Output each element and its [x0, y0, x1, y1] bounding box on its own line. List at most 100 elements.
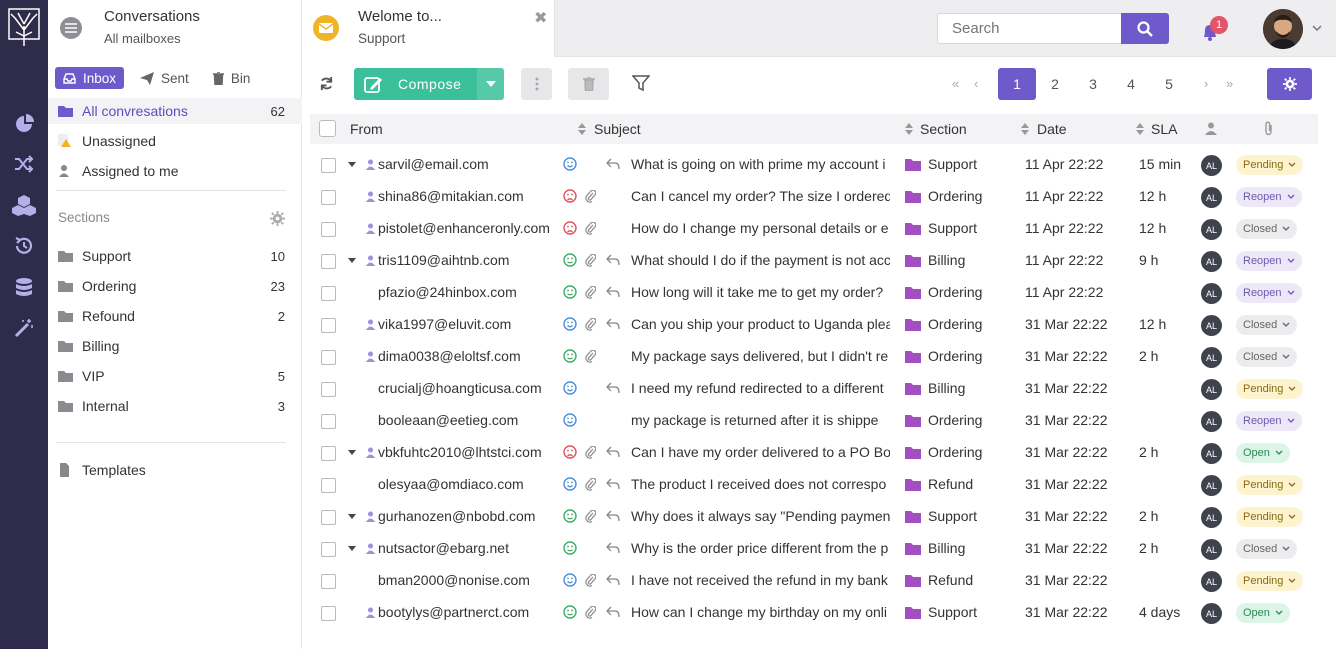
nav-all-conversations[interactable]: All convresations 62 — [48, 98, 302, 124]
table-row[interactable]: sarvil@email.com What is going on with pr… — [302, 149, 1336, 181]
sidebar-section-vip[interactable]: VIP 5 — [48, 363, 302, 389]
row-subject[interactable]: What is going on with prime my account i — [631, 156, 890, 172]
page-2[interactable]: 2 — [1036, 68, 1074, 100]
assignee-avatar[interactable]: AL — [1201, 507, 1222, 528]
expand-thread-caret-icon[interactable] — [348, 546, 356, 551]
refresh-icon[interactable] — [319, 76, 334, 91]
assignee-avatar[interactable]: AL — [1201, 283, 1222, 304]
row-subject[interactable]: I need my refund redirected to a differe… — [631, 380, 890, 396]
row-from[interactable]: bootylys@partnerct.com — [378, 604, 529, 620]
row-from[interactable]: booleaan@eetieg.com — [378, 412, 518, 428]
table-row[interactable]: olesyaa@omdiaco.com The product I receive… — [302, 469, 1336, 501]
assignee-avatar[interactable]: AL — [1201, 155, 1222, 176]
table-row[interactable]: nutsactor@ebarg.net Why is the order pric… — [302, 533, 1336, 565]
sidebar-section-billing[interactable]: Billing — [48, 333, 302, 359]
row-checkbox[interactable] — [321, 254, 336, 269]
table-row[interactable]: tris1109@aihtnb.com What should I do if t… — [302, 245, 1336, 277]
row-subject[interactable]: Why is the order price different from th… — [631, 540, 890, 556]
sort-icon[interactable] — [578, 122, 586, 136]
row-checkbox[interactable] — [321, 446, 336, 461]
assignee-avatar[interactable]: AL — [1201, 219, 1222, 240]
sidebar-section-support[interactable]: Support 10 — [48, 243, 302, 269]
assignee-avatar[interactable]: AL — [1201, 379, 1222, 400]
row-from[interactable]: nutsactor@ebarg.net — [378, 540, 509, 556]
expand-thread-caret-icon[interactable] — [348, 258, 356, 263]
page-4[interactable]: 4 — [1112, 68, 1150, 100]
status-badge[interactable]: Pending — [1236, 155, 1304, 175]
page-3[interactable]: 3 — [1074, 68, 1112, 100]
database-icon[interactable] — [12, 276, 36, 300]
row-checkbox[interactable] — [321, 606, 336, 621]
sort-icon[interactable] — [1136, 122, 1144, 136]
row-subject[interactable]: I have not received the refund in my ban… — [631, 572, 890, 588]
row-checkbox[interactable] — [321, 318, 336, 333]
sidebar-section-ordering[interactable]: Ordering 23 — [48, 273, 302, 299]
status-badge[interactable]: Pending — [1236, 475, 1304, 495]
row-from[interactable]: vbkfuhtc2010@lhtstci.com — [378, 444, 542, 460]
assignee-avatar[interactable]: AL — [1201, 187, 1222, 208]
status-badge[interactable]: Closed — [1236, 315, 1298, 335]
expand-thread-caret-icon[interactable] — [348, 162, 356, 167]
row-from[interactable]: pfazio@24hinbox.com — [378, 284, 517, 300]
row-checkbox[interactable] — [321, 382, 336, 397]
row-subject[interactable]: How can I change my birthday on my onli — [631, 604, 890, 620]
compose-button[interactable]: Compose — [354, 68, 477, 100]
status-badge[interactable]: Reopen — [1236, 411, 1302, 431]
table-row[interactable]: shina86@mitakian.com Can I cancel my orde… — [302, 181, 1336, 213]
assignee-avatar[interactable]: AL — [1201, 475, 1222, 496]
assignee-avatar[interactable]: AL — [1201, 443, 1222, 464]
status-badge[interactable]: Reopen — [1236, 187, 1302, 207]
row-checkbox[interactable] — [321, 190, 336, 205]
row-subject[interactable]: Can I cancel my order? The size I ordere… — [631, 188, 890, 204]
col-subject[interactable]: Subject — [594, 121, 641, 137]
page-1[interactable]: 1 — [998, 68, 1036, 100]
tab-inbox[interactable]: Inbox — [55, 67, 125, 89]
sidebar-section-internal[interactable]: Internal 3 — [48, 393, 302, 419]
row-subject[interactable]: How long will it take me to get my order… — [631, 284, 890, 300]
col-from[interactable]: From — [350, 121, 383, 137]
status-badge[interactable]: Pending — [1236, 507, 1304, 527]
sections-settings-gear-icon[interactable] — [270, 211, 285, 226]
nav-unassigned[interactable]: Unassigned — [48, 128, 302, 154]
row-from[interactable]: tris1109@aihtnb.com — [378, 252, 509, 268]
assignee-avatar[interactable]: AL — [1201, 251, 1222, 272]
status-badge[interactable]: Pending — [1236, 379, 1304, 399]
row-subject[interactable]: Can you ship your product to Uganda plea — [631, 316, 890, 332]
shuffle-icon[interactable] — [12, 152, 36, 176]
row-subject[interactable]: My package says delivered, but I didn't … — [631, 348, 890, 364]
expand-thread-caret-icon[interactable] — [348, 514, 356, 519]
status-badge[interactable]: Open — [1236, 443, 1290, 463]
row-subject[interactable]: How do I change my personal details or e — [631, 220, 890, 236]
history-icon[interactable] — [12, 234, 36, 258]
table-row[interactable]: bootylys@partnerct.com How can I change m… — [302, 597, 1336, 629]
row-checkbox[interactable] — [321, 542, 336, 557]
select-all-checkbox[interactable] — [319, 120, 336, 137]
row-checkbox[interactable] — [321, 414, 336, 429]
row-subject[interactable]: Why does it always say "Pending paymen — [631, 508, 890, 524]
prev-page-icon[interactable]: ‹ — [974, 76, 978, 91]
status-badge[interactable]: Reopen — [1236, 251, 1302, 271]
search-button[interactable] — [1121, 13, 1169, 44]
sort-icon[interactable] — [1021, 122, 1029, 136]
sidebar-section-refound[interactable]: Refound 2 — [48, 303, 302, 329]
status-badge[interactable]: Closed — [1236, 347, 1298, 367]
assignee-avatar[interactable]: AL — [1201, 571, 1222, 592]
assignee-avatar[interactable]: AL — [1201, 315, 1222, 336]
first-page-icon[interactable]: « — [952, 76, 959, 91]
table-row[interactable]: crucialj@hoangticusa.com I need my refund… — [302, 373, 1336, 405]
sort-icon[interactable] — [905, 122, 913, 136]
row-subject[interactable]: Can I have my order delivered to a PO Bo… — [631, 444, 890, 460]
close-tab-icon[interactable]: ✖ — [534, 8, 547, 28]
cubes-icon[interactable] — [12, 193, 36, 217]
settings-button[interactable] — [1267, 68, 1312, 100]
row-subject[interactable]: The product I received does not correspo — [631, 476, 890, 492]
row-checkbox[interactable] — [321, 286, 336, 301]
table-row[interactable]: dima0038@eloltsf.com My package says deli… — [302, 341, 1336, 373]
row-from[interactable]: olesyaa@omdiaco.com — [378, 476, 524, 492]
filter-icon[interactable] — [632, 75, 650, 92]
row-checkbox[interactable] — [321, 574, 336, 589]
next-page-icon[interactable]: › — [1204, 76, 1208, 91]
col-section[interactable]: Section — [920, 121, 967, 137]
status-badge[interactable]: Pending — [1236, 571, 1304, 591]
expand-thread-caret-icon[interactable] — [348, 450, 356, 455]
